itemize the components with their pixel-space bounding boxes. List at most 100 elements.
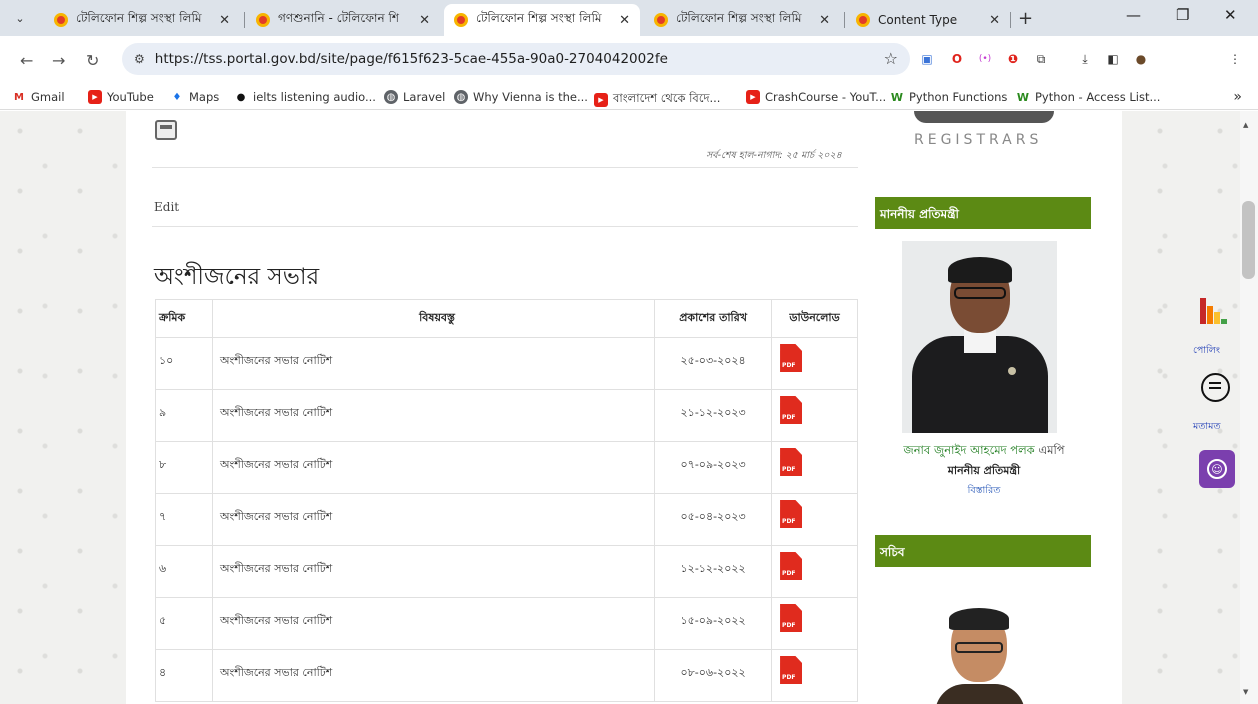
record-icon: ●	[236, 91, 246, 103]
pdf-download-icon[interactable]: PDF	[780, 656, 803, 684]
opera-extension-icon[interactable]: O	[948, 50, 966, 68]
feedback-chat-icon[interactable]	[1201, 373, 1230, 402]
scrollbar-track[interactable]	[1240, 111, 1258, 704]
w3schools-icon: W	[890, 90, 904, 104]
column-header-serial: ক্রমিক	[155, 299, 213, 338]
close-tab-icon[interactable]: ✕	[219, 13, 230, 28]
print-icon[interactable]	[155, 120, 177, 140]
side-panel-icon[interactable]: ◧	[1104, 50, 1122, 68]
pdf-download-icon[interactable]: PDF	[780, 604, 803, 632]
pdf-download-icon[interactable]: PDF	[780, 448, 803, 476]
table-header-row: ক্রমিক বিষয়বস্তু প্রকাশের তারিখ ডাউনলোড	[155, 299, 858, 338]
back-icon[interactable]: ←	[20, 51, 33, 70]
pdf-download-icon[interactable]: PDF	[780, 344, 803, 372]
pdf-download-icon[interactable]: PDF	[780, 396, 803, 424]
scrollbar-thumb[interactable]	[1242, 201, 1255, 279]
serial-cell: ১০	[155, 337, 213, 390]
more-bookmarks-icon[interactable]: »	[1233, 89, 1242, 105]
new-tab-icon[interactable]: +	[1018, 8, 1033, 29]
kebab-menu-icon[interactable]: ⋮	[1226, 50, 1244, 68]
bookmark-vienna[interactable]: ◍ Why Vienna is the...	[454, 90, 588, 104]
bookmarks-bar: M Gmail ▶ YouTube ♦ Maps ● ielts listening a…	[0, 86, 1258, 110]
tab-search-button[interactable]: ⌄	[8, 7, 32, 29]
scroll-up-arrow-icon[interactable]: ▲	[1243, 121, 1248, 129]
date-cell: ১৫-০৯-২০২২	[654, 597, 773, 650]
browser-tab[interactable]: টেলিফোন শিল্প সংস্থা লিমি ✕	[44, 4, 240, 36]
profile-avatar-icon[interactable]: ●	[1132, 50, 1150, 68]
divider	[152, 226, 858, 227]
subject-cell[interactable]: অংশীজনের সভার নোটিশ	[211, 493, 656, 546]
extensions-puzzle-icon[interactable]: ⧉	[1032, 50, 1050, 68]
subject-cell[interactable]: অংশীজনের সভার নোটিশ	[211, 545, 656, 598]
translate-extension-icon[interactable]: ▣	[918, 50, 936, 68]
close-tab-icon[interactable]: ✕	[989, 13, 1000, 28]
bookmark-youtube[interactable]: ▶ YouTube	[88, 90, 154, 104]
restore-icon[interactable]: ❐	[1176, 6, 1189, 24]
adblock-extension-icon[interactable]: ❶	[1004, 50, 1022, 68]
secretary-photo	[935, 606, 1025, 704]
feedback-label[interactable]: মতামত	[1193, 420, 1221, 435]
site-favicon-icon	[256, 13, 270, 27]
pdf-download-icon[interactable]: PDF	[780, 552, 803, 580]
bookmark-python-lists[interactable]: W Python - Access List...	[1016, 90, 1161, 104]
bookmark-gmail[interactable]: M Gmail	[12, 90, 65, 104]
accessibility-icon: ☺	[1207, 459, 1227, 479]
subject-cell[interactable]: অংশীজনের সভার নোটিশ	[211, 441, 656, 494]
minister-name: জনাব জুনাইদ আহমেদ পলক এমপি	[903, 443, 1065, 457]
pdf-download-icon[interactable]: PDF	[780, 500, 803, 528]
browser-tab[interactable]: Content Type ✕	[846, 4, 1010, 36]
subject-cell[interactable]: অংশীজনের সভার নোটিশ	[211, 337, 656, 390]
bookmark-laravel[interactable]: ◍ Laravel	[384, 90, 445, 104]
subject-cell[interactable]: অংশীজনের সভার নোটিশ	[211, 649, 656, 702]
gmail-icon: M	[14, 91, 24, 103]
bookmark-ielts[interactable]: ● ielts listening audio...	[234, 90, 376, 104]
browser-tab-active[interactable]: টেলিফোন শিল্প সংস্থা লিমি ✕	[444, 4, 640, 36]
reload-icon[interactable]: ↻	[86, 51, 99, 70]
serial-cell: ৮	[155, 441, 213, 494]
registrars-logo-text: REGISTRARS	[914, 132, 1043, 148]
browser-tab[interactable]: গণশুনানি - টেলিফোন শি ✕	[246, 4, 440, 36]
maps-pin-icon: ♦	[172, 91, 182, 103]
column-header-download: ডাউনলোড	[771, 299, 858, 338]
download-cell: PDF	[771, 493, 858, 546]
date-cell: ১২-১২-২০২২	[654, 545, 773, 598]
bookmark-maps[interactable]: ♦ Maps	[170, 90, 220, 104]
poll-chart-icon[interactable]	[1200, 298, 1227, 324]
bookmark-python-functions[interactable]: W Python Functions	[890, 90, 1008, 104]
subject-cell[interactable]: অংশীজনের সভার নোটিশ	[211, 389, 656, 442]
close-window-icon[interactable]: ✕	[1224, 6, 1237, 24]
bookmark-star-icon[interactable]: ☆	[884, 49, 898, 68]
site-favicon-icon	[454, 13, 468, 27]
site-info-icon[interactable]: ⚙	[134, 52, 145, 66]
poll-label[interactable]: পোলিং	[1193, 344, 1220, 359]
close-tab-icon[interactable]: ✕	[419, 13, 430, 28]
youtube-icon: ▶	[88, 90, 102, 104]
forward-icon[interactable]: →	[52, 51, 65, 70]
column-header-date: প্রকাশের তারিখ	[654, 299, 773, 338]
site-favicon-icon	[54, 13, 68, 27]
edit-link[interactable]: Edit	[154, 200, 179, 214]
close-tab-icon[interactable]: ✕	[619, 13, 630, 28]
minimize-icon[interactable]: —	[1126, 6, 1141, 24]
browser-tab[interactable]: টেলিফোন শিল্প সংস্থা লিমি ✕	[644, 4, 840, 36]
bookmark-crashcourse[interactable]: ▶ CrashCourse - YouT...	[746, 90, 886, 104]
table-row: ৭ অংশীজনের সভার নোটিশ ০৫-০৪-২০২৩ PDF	[155, 493, 858, 546]
accessibility-button[interactable]: ☺	[1199, 450, 1235, 488]
bookmark-bangladesh[interactable]: ▶ বাংলাদেশ থেকে বিদে...	[594, 90, 720, 109]
site-favicon-icon	[856, 13, 870, 27]
address-bar[interactable]: ⚙ https://tss.portal.gov.bd/site/page/f6…	[122, 43, 910, 75]
audio-extension-icon[interactable]: (•)	[976, 50, 994, 68]
download-cell: PDF	[771, 337, 858, 390]
close-tab-icon[interactable]: ✕	[819, 13, 830, 28]
url-text[interactable]: https://tss.portal.gov.bd/site/page/f615…	[155, 51, 668, 67]
date-cell: ২৫-০৩-২০২৪	[654, 337, 773, 390]
serial-cell: ৪	[155, 649, 213, 702]
table-row: ৯ অংশীজনের সভার নোটিশ ২১-১২-২০২৩ PDF	[155, 389, 858, 442]
download-icon[interactable]: ⤓	[1076, 50, 1094, 68]
divider	[152, 167, 858, 168]
minister-details-link[interactable]: বিস্তারিত	[868, 484, 1100, 499]
download-cell: PDF	[771, 649, 858, 702]
subject-cell[interactable]: অংশীজনের সভার নোটিশ	[211, 597, 656, 650]
scroll-down-arrow-icon[interactable]: ▼	[1243, 688, 1248, 696]
serial-cell: ৬	[155, 545, 213, 598]
